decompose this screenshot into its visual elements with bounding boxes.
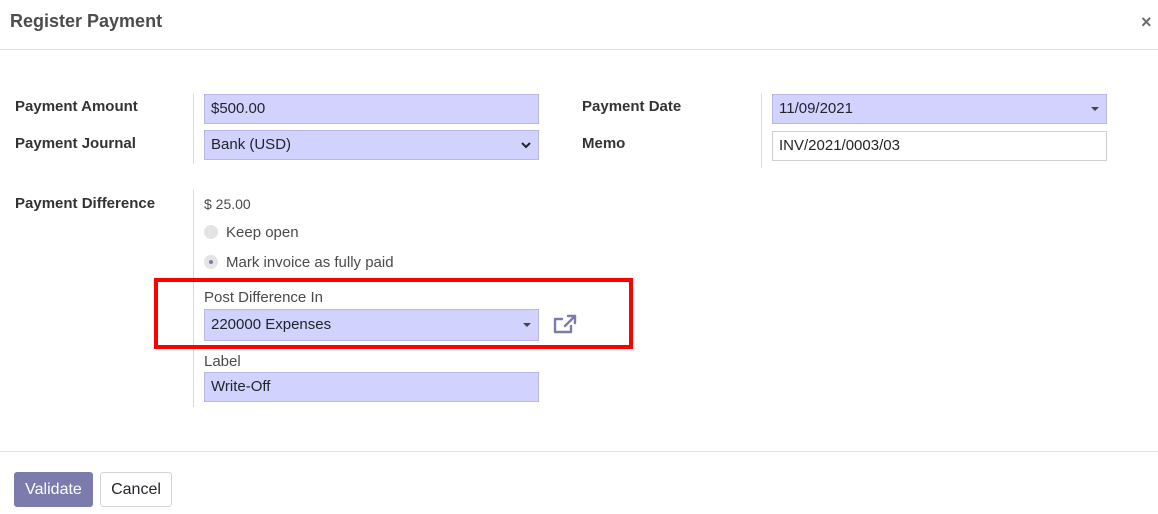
writeoff-label-caption: Label [204, 353, 241, 370]
payment-amount-label: Payment Amount [15, 98, 138, 115]
validate-button[interactable]: Validate [14, 472, 93, 507]
payment-journal-value: Bank (USD) [211, 136, 292, 153]
payment-date-input[interactable]: 11/09/2021 [772, 94, 1107, 124]
writeoff-label-value: Write-Off [211, 378, 271, 395]
payment-date-label: Payment Date [582, 98, 682, 115]
memo-label: Memo [582, 135, 626, 152]
payment-journal-label: Payment Journal [15, 135, 136, 152]
payment-amount-input[interactable]: $500.00 [204, 94, 539, 124]
register-payment-dialog: Register Payment × Payment Amount Paymen… [0, 0, 1158, 514]
writeoff-label-input[interactable]: Write-Off [204, 372, 539, 402]
divider [193, 94, 194, 164]
caret-down-icon [1091, 107, 1099, 111]
payment-difference-amount: $ 25.00 [204, 196, 251, 212]
dialog-header: Register Payment × [0, 0, 1158, 50]
highlight-box [154, 278, 633, 349]
payment-amount-value: $500.00 [211, 100, 266, 117]
payment-journal-select[interactable]: Bank (USD) [204, 130, 539, 160]
memo-value: INV/2021/0003/03 [779, 137, 900, 154]
payment-date-value: 11/09/2021 [779, 100, 853, 117]
mark-fully-paid-radio[interactable] [204, 255, 218, 269]
chevron-down-icon [521, 142, 531, 149]
footer-divider [0, 451, 1158, 452]
keep-open-radio[interactable] [204, 225, 218, 239]
memo-input[interactable]: INV/2021/0003/03 [772, 131, 1107, 161]
cancel-button[interactable]: Cancel [100, 472, 172, 507]
divider [761, 94, 762, 168]
mark-fully-paid-label[interactable]: Mark invoice as fully paid [226, 254, 394, 271]
dialog-title: Register Payment [10, 11, 163, 31]
payment-difference-label: Payment Difference [15, 195, 156, 212]
keep-open-label[interactable]: Keep open [226, 224, 299, 241]
close-icon[interactable]: × [1141, 12, 1152, 33]
